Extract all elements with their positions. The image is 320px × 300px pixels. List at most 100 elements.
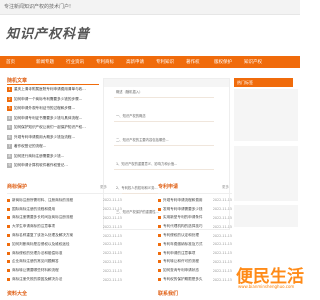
bullet-icon <box>158 207 161 211</box>
list-item[interactable]: 大学生申请商标的注意事项 2022-11-15 <box>7 222 122 231</box>
section-title: 联系我们 <box>158 291 179 297</box>
list-item-label: 如何保护知识产权让我们一起保护知识产权... <box>14 125 86 130</box>
list-item[interactable]: 2 如何申请一个商标专利需要多少钱的步骤... <box>7 95 107 105</box>
list-item[interactable]: 3 如何申请外观专利证书的过程和步骤... <box>7 104 107 114</box>
list-item[interactable]: 1 重庆上清寺附属医院专利申请费用清单与收... <box>7 85 107 95</box>
list-item-date: 2022-11-15 <box>102 242 122 247</box>
list-item-date: 2022-11-15 <box>212 207 232 212</box>
list-item-label: 企业商标注册的常见问题解答 <box>12 259 59 264</box>
more-link[interactable]: 更多 <box>100 185 107 190</box>
article-line: 三、知识产权保护的重要性... <box>116 210 159 214</box>
list-item-label: 外观专利申请费用大概多少钱及流程... <box>14 134 75 139</box>
list-item[interactable]: 6 外观专利申请费用大概多少钱及流程... <box>7 133 107 143</box>
list-item[interactable]: 专利代理机构的选择技巧 2022-11-15 <box>158 222 232 231</box>
list-item-date: 2022-11-15 <box>212 251 232 256</box>
list-item-date: 2022-11-15 <box>102 207 122 212</box>
bullet-icon <box>7 242 10 246</box>
list-item[interactable]: 4 如何申请专利证书需要多少钱与具体流程... <box>7 114 107 124</box>
nav-item-knowledge[interactable]: 专利知识 <box>156 59 174 66</box>
top-bar: 专注新闻知识产权的技术门户! <box>0 0 300 15</box>
bullet-icon <box>7 198 10 202</box>
list-item-label: 发明专利申请需要多少钱 <box>163 206 203 211</box>
nav-item-topics[interactable]: 新闻专题 <box>36 59 54 66</box>
rank-badge: 4 <box>7 115 12 121</box>
rank-badge: 8 <box>7 153 12 159</box>
list-item[interactable]: 专利权的保护期限是多久 2022-11-15 <box>158 275 232 284</box>
list-item-label: 商标名称重复了该怎么处理及解决方案 <box>12 233 74 238</box>
article-line: 一、知识产权的概念 <box>116 114 146 118</box>
list-item-date: 2022-11-15 <box>102 224 122 229</box>
list-item[interactable]: 如何判断商标是否侵权以及维权途径 2022-11-15 <box>7 240 122 249</box>
rank-badge: 3 <box>7 106 12 112</box>
list-item[interactable]: 商标侵权的处理办法和赔偿标准 2022-11-15 <box>7 249 122 258</box>
list-item[interactable]: 7 著作权登记的流程... <box>7 142 107 152</box>
section-title: 专利申请 <box>158 184 179 190</box>
list-item-date: 2022-11-15 <box>212 259 232 264</box>
bullet-icon <box>7 251 10 255</box>
main-nav: 首页 新闻专题 行业资讯 专利商标 高新申请 专利知识 著作权 版权保护 知识产… <box>0 56 300 68</box>
bullet-icon <box>7 225 10 229</box>
list-item-date: 2022-11-15 <box>212 198 232 203</box>
list-item[interactable]: 8 如何进行商标注册需要多少钱... <box>7 152 107 162</box>
list-item[interactable]: 商标注册需要多长时间及商标注册流程 2022-11-15 <box>7 214 122 223</box>
list-item[interactable]: 专利转让和许可的流程 2022-11-15 <box>158 258 232 267</box>
list-item-label: 实用新型专利的申请条件 <box>163 215 203 220</box>
nav-item-patent[interactable]: 专利商标 <box>96 59 114 66</box>
list-item-date: 2022-11-15 <box>102 215 122 220</box>
site-logo[interactable]: 知识产权科普 <box>6 23 90 42</box>
rank-badge: 7 <box>7 144 12 150</box>
list-item[interactable]: 商标转让需要哪些材料和流程 2022-11-15 <box>7 266 122 275</box>
list-item-date: 2022-11-15 <box>212 233 232 238</box>
article-header-bar <box>104 79 229 87</box>
bullet-icon <box>158 242 161 246</box>
list-item-label: 专利转让和许可的流程 <box>163 259 199 264</box>
list-item-label: 如何申请计算机软件著作权登记... <box>14 163 68 168</box>
list-item[interactable]: 实用新型专利的申请条件 2022-11-15 <box>158 214 232 223</box>
list-item[interactable]: 新商标注册所需材料、注册商标的流程 2022-11-15 <box>7 196 122 205</box>
sidebar-box <box>234 89 298 141</box>
list-item-label: 商标注册需要多长时间及商标注册流程 <box>12 215 74 220</box>
list-item-label: 大学生申请商标的注意事项 <box>12 224 56 229</box>
nav-item-ip[interactable]: 知识产权 <box>244 59 262 66</box>
list-item[interactable]: 专利年费缴纳标准及方式 2022-11-15 <box>158 240 232 249</box>
list-item[interactable]: 5 如何保护知识产权让我们一起保护知识产权... <box>7 123 107 133</box>
list-item-label: 商标转让需要哪些材料和流程 <box>12 268 59 273</box>
list-item[interactable]: 9 如何申请计算机软件著作权登记... <box>7 161 107 171</box>
bullet-icon <box>7 207 10 211</box>
bullet-icon <box>7 234 10 238</box>
list-item-label: 专利侵权的认定和处理 <box>163 233 199 238</box>
nav-item-home[interactable]: 首页 <box>6 59 15 66</box>
list-item-label: 专利申请的注意事项 <box>163 250 196 255</box>
list-item-label: 专利代理机构的选择技巧 <box>163 224 203 229</box>
list-item-label: 如何判断商标是否侵权以及维权途径 <box>12 241 70 246</box>
divider <box>114 145 214 146</box>
divider <box>114 97 214 98</box>
list-item-date: 2022-11-15 <box>212 268 232 273</box>
nav-item-news[interactable]: 行业资讯 <box>66 59 84 66</box>
article-line: 1、知识产权的重要意义、影响力和价值... <box>116 162 178 166</box>
article-line: 2、专利权人的权利和义务... <box>116 186 158 190</box>
hot-list: 1 重庆上清寺附属医院专利申请费用清单与收... 2 如何申请一个商标专利需要多少钱… <box>7 85 107 171</box>
nav-item-protect[interactable]: 版权保护 <box>214 59 232 66</box>
list-item[interactable]: 商标名称重复了该怎么处理及解决方案 2022-11-15 <box>7 231 122 240</box>
list-item-label: 著作权登记的流程... <box>14 144 47 149</box>
bullet-icon <box>7 260 10 264</box>
list-item-label: 重庆上清寺附属医院专利申请费用清单与收... <box>14 87 86 92</box>
list-item[interactable]: 商标注册失败的原因及解决办法 2022-11-15 <box>7 275 122 284</box>
list-item[interactable]: 外观专利申请流程和费用 2022-11-15 <box>158 196 232 205</box>
bullet-icon <box>158 225 161 229</box>
list-item[interactable]: 专利申请的注意事项 2022-11-15 <box>158 249 232 258</box>
list-item-label: 商标注册失败的原因及解决办法 <box>12 277 63 282</box>
nav-item-copyright[interactable]: 著作权 <box>186 59 200 66</box>
list-item[interactable]: 国际商标注册的流程和费用 2022-11-15 <box>7 205 122 214</box>
nav-item-hightech[interactable]: 高新申请 <box>126 59 144 66</box>
bullet-icon <box>158 278 161 282</box>
more-link[interactable]: 更多 <box>222 185 229 190</box>
list-item[interactable]: 专利侵权的认定和处理 2022-11-15 <box>158 231 232 240</box>
list-item[interactable]: 发明专利申请需要多少钱 2022-11-15 <box>158 205 232 214</box>
bullet-icon <box>158 198 161 202</box>
bullet-icon <box>7 269 10 273</box>
list-item[interactable]: 如何查询专利申请状态 2022-11-15 <box>158 266 232 275</box>
rank-badge: 5 <box>7 125 12 131</box>
list-item[interactable]: 企业商标注册的常见问题解答 2022-11-15 <box>7 258 122 267</box>
